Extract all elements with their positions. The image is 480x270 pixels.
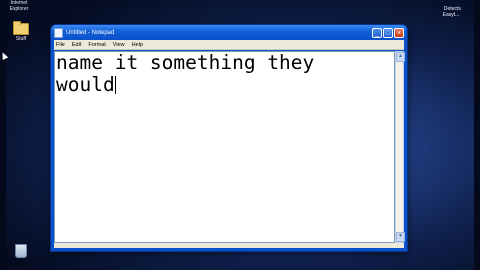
menu-view[interactable]: View [113, 42, 125, 48]
window-bottom-edge [54, 243, 404, 248]
window-title: Untitled - Notepad [66, 29, 115, 36]
menu-file[interactable]: File [56, 42, 65, 48]
text-editor[interactable]: name it something they would [54, 51, 395, 243]
menu-help[interactable]: Help [132, 42, 143, 48]
scroll-down-icon[interactable]: ▼ [396, 232, 405, 242]
editor-content: name it something they would [56, 51, 315, 96]
desktop-icon-recycle-bin[interactable] [6, 244, 36, 258]
text-caret [114, 76, 116, 94]
desktop-icon-stuff-folder[interactable]: Stuff [6, 21, 36, 42]
recycle-bin-icon [15, 244, 27, 258]
vertical-scrollbar[interactable]: ▲ ▼ [395, 51, 405, 243]
desktop-icon-internet-explorer[interactable]: Internet Explorer [4, 0, 34, 12]
folder-icon [13, 21, 29, 35]
right-black-bar [474, 0, 480, 270]
notepad-window[interactable]: Untitled - Notepad _ □ × File Edit Forma… [50, 24, 408, 252]
desktop-icon-label: Internet Explorer [9, 0, 29, 12]
title-bar[interactable]: Untitled - Notepad _ □ × [51, 25, 407, 40]
menu-bar: File Edit Format View Help [54, 40, 404, 50]
notepad-icon [54, 27, 63, 38]
scroll-up-icon[interactable]: ▲ [396, 52, 405, 62]
desktop-icon-label: Detects Easyt... [442, 6, 461, 18]
desktop-icon-detects[interactable]: Detects Easyt... [436, 0, 466, 18]
maximize-button[interactable]: □ [383, 27, 393, 38]
mouse-cursor-icon [0, 51, 9, 60]
close-button[interactable]: × [394, 27, 404, 38]
minimize-button[interactable]: _ [372, 27, 382, 38]
desktop-icon-label: Stuff [15, 36, 27, 42]
menu-format[interactable]: Format [88, 42, 105, 48]
menu-edit[interactable]: Edit [72, 42, 81, 48]
